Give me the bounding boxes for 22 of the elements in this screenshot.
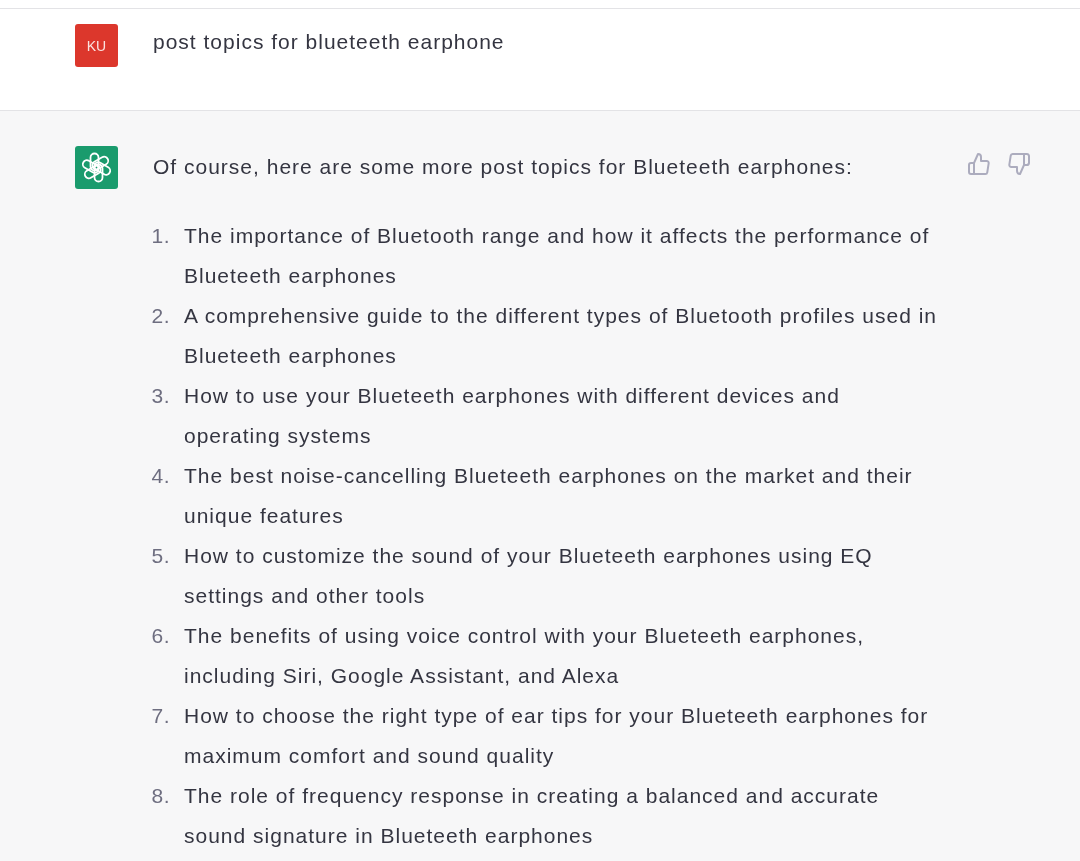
reply-intro-text: Of course, here are some more post topics for Blueteeth earphones:	[153, 154, 854, 180]
knot-logo-icon	[75, 146, 118, 189]
thumbs-up-button[interactable]	[968, 153, 990, 175]
user-message-text: post topics for blueteeth earphone	[153, 29, 505, 55]
list-item-text: How to choose the right type of ear tips for your Blueteeth earphones for maximum comfort and sound quality	[184, 703, 930, 769]
list-item-text: The importance of Bluetooth range and how it affects the performance of Blueteeth earphones	[184, 223, 931, 289]
list-item-text: The role of frequency response in creating a balanced and accurate sound signature in Blueteeth earphones	[184, 783, 881, 849]
list-number: 2.	[150, 303, 170, 329]
list-number: 3.	[150, 383, 170, 409]
list-item-text: The best noise-cancelling Blueteeth earphones on the market and their unique features	[184, 463, 914, 529]
list-item-text: A comprehensive guide to the different types of Bluetooth profiles used in Blueteeth earphones	[184, 303, 938, 369]
list-number: 8.	[150, 783, 170, 809]
list-number: 7.	[150, 703, 170, 729]
list-item-text: How to use your Blueteeth earphones with different devices and operating systems	[184, 383, 841, 449]
thumbs-down-button[interactable]	[1008, 153, 1030, 175]
list-number: 4.	[150, 463, 170, 489]
list-item-text: How to customize the sound of your Blueteeth earphones using EQ settings and other tools	[184, 543, 874, 609]
user-avatar: KU	[75, 24, 118, 67]
list-number: 1.	[150, 223, 170, 249]
list-item-text: The benefits of using voice control with your Blueteeth earphones, including Siri, Google Assistant, and Alexa	[184, 623, 866, 689]
list-number: 5.	[150, 543, 170, 569]
list-number: 6.	[150, 623, 170, 649]
